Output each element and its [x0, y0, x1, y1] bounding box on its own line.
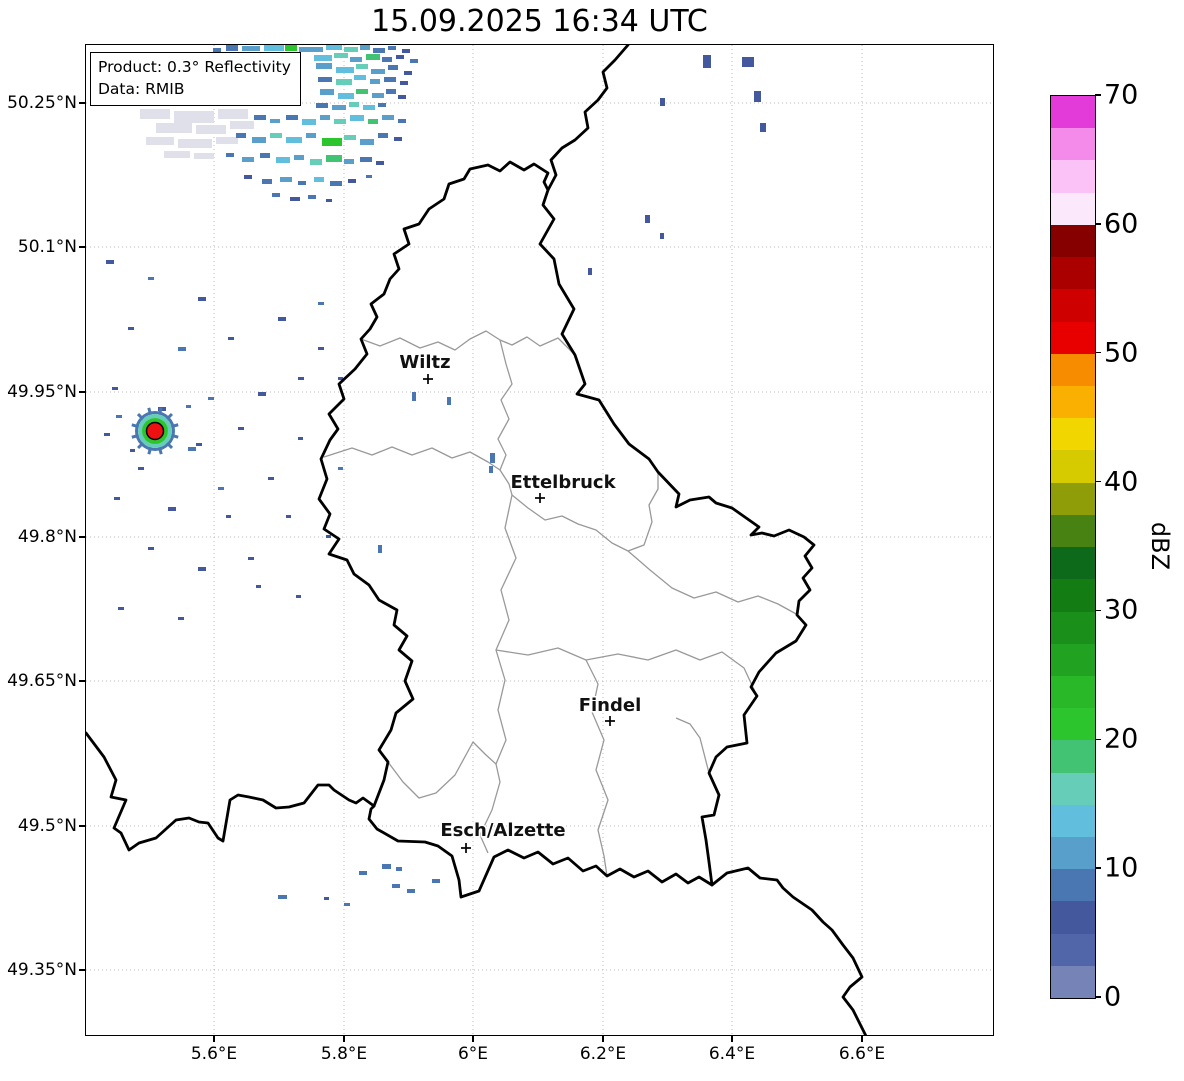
- colorbar-segment: [1051, 611, 1095, 644]
- data-source-label: Data: RMIB: [98, 80, 185, 98]
- longitude-tick-label: 6.6°E: [838, 1044, 886, 1064]
- colorbar-segment: [1051, 901, 1095, 934]
- x-axis-tickmark: [343, 1036, 345, 1042]
- colorbar-tickmark: [1095, 94, 1101, 96]
- longitude-tick-label: 6°E: [457, 1044, 489, 1064]
- colorbar: [1050, 95, 1096, 999]
- colorbar-tickmark: [1095, 609, 1101, 612]
- city-label: Esch/Alzette: [440, 820, 565, 841]
- colorbar-tickmark: [1095, 223, 1101, 225]
- x-axis-tickmark: [213, 1036, 215, 1042]
- colorbar-segment: [1051, 869, 1095, 902]
- colorbar-segment: [1051, 385, 1095, 419]
- colorbar-tickmark: [1095, 996, 1101, 998]
- y-axis-tickmark: [79, 536, 85, 538]
- colorbar-segment: [1051, 579, 1095, 612]
- longitude-tick-label: 5.6°E: [190, 1044, 238, 1064]
- colorbar-segment: [1051, 160, 1095, 193]
- city-label: Ettelbruck: [510, 472, 616, 493]
- colorbar-segment: [1051, 96, 1095, 129]
- colorbar-segment: [1051, 450, 1095, 483]
- colorbar-tick-label: 10: [1104, 852, 1139, 884]
- colorbar-segment: [1051, 482, 1095, 515]
- colorbar-tick-label: 20: [1104, 723, 1139, 755]
- latitude-tick-label: 49.35°N: [7, 960, 77, 980]
- city-3: Esch/Alzette: [439, 819, 567, 853]
- colorbar-segment: [1051, 321, 1095, 354]
- y-axis-tickmark: [79, 102, 85, 104]
- colorbar-tick-label: 0: [1104, 981, 1122, 1013]
- country-borders: [86, 45, 868, 1035]
- colorbar-segment: [1051, 289, 1095, 322]
- x-axis-tickmark: [602, 1036, 604, 1042]
- colorbar-segment: [1051, 740, 1095, 773]
- colorbar-tick-label: 30: [1104, 594, 1139, 626]
- colorbar-tick-label: 40: [1104, 466, 1139, 498]
- colorbar-segment: [1051, 965, 1095, 999]
- colorbar-tick-label: 70: [1104, 79, 1139, 111]
- colorbar-segment: [1051, 708, 1095, 741]
- colorbar-segment: [1051, 804, 1095, 838]
- colorbar-segment: [1051, 837, 1095, 870]
- radar-figure: 15.09.2025 16:34 UTC Wiltz Ettelbruck Find…: [0, 0, 1184, 1081]
- colorbar-segment: [1051, 353, 1095, 386]
- colorbar-tickmark: [1095, 351, 1101, 354]
- latitude-tick-label: 50.25°N: [7, 93, 77, 113]
- x-axis-tickmark: [861, 1036, 863, 1042]
- radar-map-canvas: Wiltz Ettelbruck Findel Esch/Alzette: [86, 45, 993, 1035]
- x-axis-tickmark: [472, 1036, 474, 1042]
- city-label: Wiltz: [399, 352, 450, 373]
- city-1: Ettelbruck: [509, 471, 618, 503]
- y-axis-tickmark: [79, 969, 85, 971]
- colorbar-tickmark: [1095, 738, 1101, 741]
- colorbar-segment: [1051, 192, 1095, 225]
- colorbar-segment: [1051, 933, 1095, 966]
- y-axis-tickmark: [79, 680, 85, 682]
- y-axis-tickmark: [79, 246, 85, 248]
- district-borders: [323, 330, 799, 877]
- colorbar-segment: [1051, 224, 1095, 258]
- x-axis-tickmark: [731, 1036, 733, 1042]
- colorbar-segment: [1051, 257, 1095, 290]
- y-axis-tickmark: [79, 391, 85, 393]
- colorbar-segment: [1051, 547, 1095, 580]
- colorbar-tick-label: 50: [1104, 337, 1139, 369]
- colorbar-segment: [1051, 514, 1095, 548]
- figure-title: 15.09.2025 16:34 UTC: [371, 4, 708, 39]
- latitude-tick-label: 49.65°N: [7, 671, 77, 691]
- colorbar-segment: [1051, 128, 1095, 161]
- colorbar-tick-label: 60: [1104, 208, 1139, 240]
- product-label: Product: 0.3° Reflectivity: [98, 58, 291, 76]
- colorbar-tickmark: [1095, 867, 1101, 869]
- radar-site-dot: [145, 421, 165, 441]
- colorbar-segment: [1051, 643, 1095, 676]
- colorbar-segment: [1051, 675, 1095, 709]
- map-plot-area: Wiltz Ettelbruck Findel Esch/Alzette Produc…: [85, 44, 994, 1036]
- colorbar-segment: [1051, 772, 1095, 805]
- latitude-tick-label: 49.5°N: [17, 816, 77, 836]
- longitude-tick-label: 5.8°E: [320, 1044, 368, 1064]
- colorbar-tickmark: [1095, 480, 1101, 483]
- city-label: Findel: [579, 695, 642, 716]
- latitude-tick-label: 50.1°N: [17, 237, 77, 257]
- longitude-tick-label: 6.4°E: [708, 1044, 756, 1064]
- colorbar-unit-label: dBZ: [1146, 521, 1174, 571]
- latitude-tick-label: 49.95°N: [7, 382, 77, 402]
- radar-echoes: [104, 45, 766, 906]
- city-2: Findel: [577, 694, 643, 726]
- y-axis-tickmark: [79, 825, 85, 827]
- colorbar-segment: [1051, 418, 1095, 451]
- city-0: Wiltz: [398, 351, 452, 384]
- gridlines: [86, 45, 993, 1035]
- radar-site-marker: [131, 407, 179, 455]
- info-box: Product: 0.3° Reflectivity Data: RMIB: [90, 52, 301, 106]
- latitude-tick-label: 49.8°N: [17, 527, 77, 547]
- longitude-tick-label: 6.2°E: [579, 1044, 627, 1064]
